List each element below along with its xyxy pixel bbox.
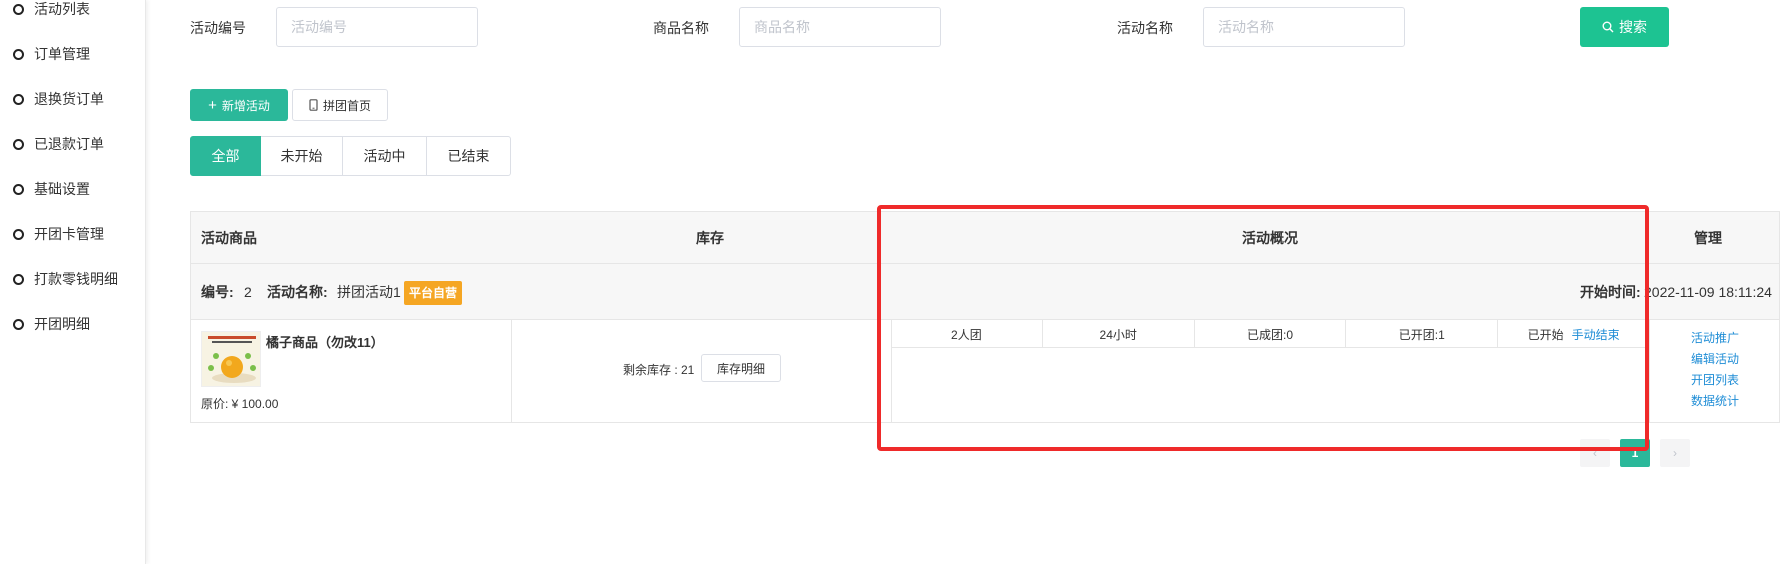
plus-icon: +	[208, 96, 217, 114]
divider	[1649, 320, 1650, 423]
product-thumbnail	[201, 331, 261, 387]
table-header: 活动商品 库存 活动概况 管理	[191, 212, 1779, 264]
circle-icon	[13, 183, 24, 195]
start-time-key: 开始时间:	[1580, 284, 1641, 300]
edit-activity-link[interactable]: 编辑活动	[1691, 351, 1739, 367]
circle-icon	[13, 138, 24, 150]
group-home-label: 拼团首页	[322, 98, 371, 113]
sidebar-item-payouts[interactable]: 打款零钱明细	[13, 267, 118, 291]
sidebar-item-returns[interactable]: 退换货订单	[13, 87, 104, 111]
sidebar-item-label: 开团卡管理	[34, 226, 104, 242]
table-row: 橘子商品（勿改11） 原价: ¥ 100.00 剩余库存 : 21 库存明细 2…	[191, 320, 1779, 423]
duration: 24小时	[1099, 327, 1137, 342]
circle-icon	[13, 93, 24, 105]
activity-name-input[interactable]	[1203, 7, 1405, 47]
manual-end-link[interactable]: 手动结束	[1572, 326, 1620, 343]
circle-icon	[13, 48, 24, 60]
tab-label: 已结束	[447, 148, 490, 164]
circle-icon	[13, 273, 24, 285]
activity-name-label: 活动名称	[1117, 20, 1173, 36]
overview-subtable: 2人团 24小时 已成团:0 已开团:1 已开始 手动结束	[891, 320, 1649, 423]
activity-id-label: 活动编号	[190, 20, 246, 36]
activity-info-row: 编号: 2 活动名称: 拼团活动1 平台自营 开始时间: 2022-11-09 …	[191, 264, 1779, 320]
add-activity-button[interactable]: + 新增活动	[190, 89, 288, 121]
prev-page-button[interactable]: ‹	[1580, 439, 1610, 467]
status-tabs: 全部 未开始 活动中 已结束	[190, 136, 511, 176]
header-manage: 管理	[1694, 230, 1722, 246]
stock-detail-label: 库存明细	[716, 361, 765, 376]
sidebar-item-label: 开团明细	[34, 316, 90, 332]
divider	[511, 320, 512, 423]
header-overview: 活动概况	[1242, 230, 1298, 246]
add-activity-label: 新增活动	[221, 98, 270, 113]
search-button[interactable]: 搜索	[1580, 7, 1669, 47]
product-name-input[interactable]	[739, 7, 941, 47]
tab-all[interactable]: 全部	[190, 136, 261, 176]
product-name-label: 商品名称	[653, 20, 709, 36]
status-text: 已开始	[1527, 327, 1564, 342]
activity-name-key: 活动名称:	[267, 284, 328, 300]
manage-links: 活动推广 编辑活动 开团列表 数据统计	[1691, 330, 1739, 409]
sidebar: 活动列表 订单管理 退换货订单 已退款订单 基础设置 开团卡管理 打款零钱明细 …	[0, 0, 146, 564]
sidebar-item-label: 订单管理	[34, 46, 90, 62]
circle-icon	[13, 228, 24, 240]
group-home-button[interactable]: 拼团首页	[292, 89, 388, 121]
tab-label: 全部	[211, 148, 240, 164]
self-operated-badge: 平台自营	[404, 281, 463, 305]
overview-row: 2人团 24小时 已成团:0 已开团:1 已开始 手动结束	[891, 320, 1649, 348]
sidebar-item-label: 基础设置	[34, 181, 90, 197]
opened-count: 已开团:1	[1398, 327, 1445, 342]
next-page-button[interactable]: ›	[1660, 439, 1690, 467]
status-cell: 已开始 手动结束	[1498, 320, 1649, 348]
sidebar-item-group-details[interactable]: 开团明细	[13, 312, 90, 336]
header-product: 活动商品	[201, 230, 257, 246]
product-price: 原价: ¥ 100.00	[201, 397, 279, 411]
mobile-icon	[309, 99, 318, 111]
activity-table: 活动商品 库存 活动概况 管理 编号: 2 活动名称: 拼团活动1 平台自营 开…	[190, 211, 1780, 423]
duration-cell: 24小时	[1043, 320, 1195, 348]
remaining-stock: 剩余库存 : 21	[623, 363, 695, 377]
sidebar-item-settings[interactable]: 基础设置	[13, 177, 90, 201]
sidebar-item-group-cards[interactable]: 开团卡管理	[13, 222, 104, 246]
tab-in-progress[interactable]: 活动中	[343, 136, 427, 176]
search-label: 搜索	[1619, 19, 1647, 35]
sidebar-item-label: 活动列表	[34, 1, 90, 17]
group-list-link[interactable]: 开团列表	[1691, 372, 1739, 388]
promote-link[interactable]: 活动推广	[1691, 330, 1739, 346]
product-name: 橘子商品（勿改11）	[266, 335, 384, 350]
opened-cell: 已开团:1	[1346, 320, 1499, 348]
stock-detail-button[interactable]: 库存明细	[701, 354, 781, 382]
page-button-current[interactable]: 1	[1620, 439, 1650, 467]
sidebar-item-label: 退换货订单	[34, 91, 104, 107]
team-size: 2人团	[951, 327, 982, 342]
stats-link[interactable]: 数据统计	[1691, 393, 1739, 409]
header-stock: 库存	[696, 230, 724, 246]
activity-id-key: 编号:	[201, 284, 234, 300]
sidebar-item-activity-list[interactable]: 活动列表	[13, 0, 90, 21]
start-time-value: 2022-11-09 18:11:24	[1644, 284, 1772, 300]
activity-id-value: 2	[244, 284, 252, 300]
tab-not-started[interactable]: 未开始	[261, 136, 343, 176]
formed-cell: 已成团:0	[1195, 320, 1347, 348]
sidebar-item-orders[interactable]: 订单管理	[13, 42, 90, 66]
tab-ended[interactable]: 已结束	[427, 136, 511, 176]
sidebar-item-label: 打款零钱明细	[34, 271, 118, 287]
sidebar-item-refunded[interactable]: 已退款订单	[13, 132, 104, 156]
formed-count: 已成团:0	[1246, 327, 1293, 342]
tab-label: 未开始	[280, 148, 323, 164]
team-size-cell: 2人团	[891, 320, 1043, 348]
circle-icon	[13, 318, 24, 330]
tab-label: 活动中	[363, 148, 406, 164]
sidebar-item-label: 已退款订单	[34, 136, 104, 152]
orange-image	[202, 332, 260, 386]
activity-id-input[interactable]	[276, 7, 478, 47]
activity-name-value: 拼团活动1	[337, 284, 401, 300]
search-icon	[1602, 21, 1614, 33]
circle-icon	[13, 3, 24, 15]
